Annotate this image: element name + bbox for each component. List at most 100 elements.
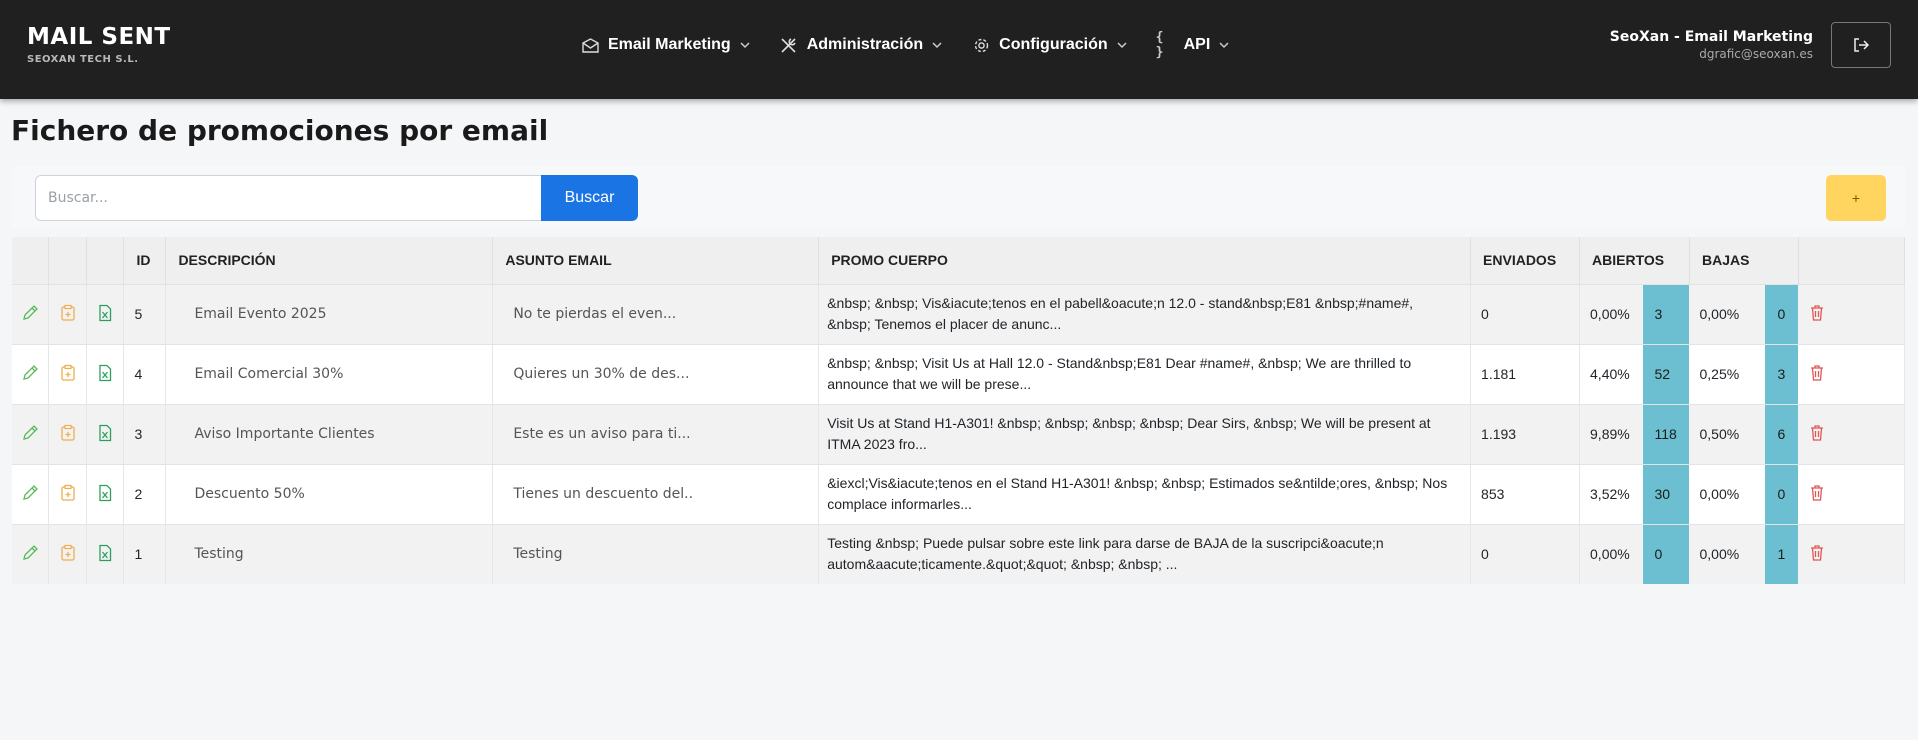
excel-file-icon[interactable] <box>96 424 114 442</box>
cell-asunto: No te pierdas el even... <box>492 283 820 344</box>
copy-cell[interactable] <box>48 283 88 344</box>
clipboard-icon[interactable] <box>59 304 77 322</box>
cell-enviados: 0 <box>1470 523 1581 584</box>
trash-icon[interactable] <box>1808 544 1826 562</box>
clipboard-icon[interactable] <box>59 544 77 562</box>
trash-icon[interactable] <box>1808 364 1826 382</box>
chevron-down-icon <box>1117 42 1127 49</box>
header-asunto: ASUNTO EMAIL <box>492 237 820 284</box>
nav-configuracion[interactable]: Configuración <box>971 30 1127 60</box>
main-nav: Email Marketing Administración Configura… <box>580 30 1258 60</box>
export-cell[interactable] <box>86 343 125 404</box>
header-cuerpo: PROMO CUERPO <box>818 237 1472 284</box>
nav-label: Configuración <box>999 36 1108 53</box>
nav-label: Email Marketing <box>608 36 731 53</box>
add-promo-button[interactable]: + <box>1826 175 1886 221</box>
cell-descripcion: Email Comercial 30% <box>165 343 494 404</box>
export-cell[interactable] <box>86 403 125 464</box>
cell-asunto: Testing <box>492 523 820 584</box>
cell-bajas-count: 0 <box>1765 283 1799 344</box>
copy-cell[interactable] <box>48 343 88 404</box>
export-cell[interactable] <box>86 523 125 584</box>
cell-abiertos-count: 0 <box>1642 523 1690 584</box>
excel-file-icon[interactable] <box>96 364 114 382</box>
header-actions <box>1798 237 1906 284</box>
delete-cell[interactable] <box>1798 343 1906 404</box>
cell-cuerpo: Visit Us at Stand H1-A301! &nbsp; &nbsp;… <box>818 403 1472 464</box>
excel-file-icon[interactable] <box>96 484 114 502</box>
logout-button[interactable] <box>1831 22 1891 68</box>
clipboard-icon[interactable] <box>59 364 77 382</box>
pencil-icon[interactable] <box>21 544 39 562</box>
cell-cuerpo: &iexcl;Vis&iacute;tenos en el Stand H1-A… <box>818 463 1472 524</box>
cell-abiertos-count: 52 <box>1642 343 1690 404</box>
trash-icon[interactable] <box>1808 304 1826 322</box>
cell-descripcion: Aviso Importante Clientes <box>165 403 494 464</box>
cell-enviados: 1.193 <box>1470 403 1581 464</box>
cell-asunto: Quieres un 30% de des... <box>492 343 820 404</box>
delete-cell[interactable] <box>1798 463 1906 524</box>
delete-cell[interactable] <box>1798 283 1906 344</box>
header-export <box>86 237 125 284</box>
brand-subtitle: SEOXAN TECH S.L. <box>27 54 139 65</box>
cell-enviados: 853 <box>1470 463 1581 524</box>
user-email: dgrafic@seoxan.es <box>1699 47 1813 61</box>
table-row: 1 Testing Testing Testing &nbsp; Puede p… <box>12 523 1906 584</box>
excel-file-icon[interactable] <box>96 304 114 322</box>
cell-id: 5 <box>123 283 167 344</box>
page-title: Fichero de promociones por email <box>11 114 549 147</box>
cell-id: 4 <box>123 343 167 404</box>
braces-icon: { } <box>1155 30 1164 60</box>
cell-id: 3 <box>123 403 167 464</box>
edit-cell[interactable] <box>12 343 50 404</box>
search-input[interactable] <box>35 175 543 221</box>
header-edit <box>12 237 50 284</box>
edit-cell[interactable] <box>12 523 50 584</box>
pencil-icon[interactable] <box>21 484 39 502</box>
cell-abiertos-pct: 9,89% <box>1579 403 1643 464</box>
copy-cell[interactable] <box>48 463 88 524</box>
chevron-down-icon <box>740 42 750 49</box>
nav-administracion[interactable]: Administración <box>779 30 943 60</box>
pencil-icon[interactable] <box>21 424 39 442</box>
delete-cell[interactable] <box>1798 403 1906 464</box>
nav-api[interactable]: { } API <box>1156 30 1231 60</box>
pencil-icon[interactable] <box>21 364 39 382</box>
cell-abiertos-pct: 0,00% <box>1579 283 1643 344</box>
copy-cell[interactable] <box>48 523 88 584</box>
edit-cell[interactable] <box>12 403 50 464</box>
cell-descripcion: Testing <box>165 523 494 584</box>
excel-file-icon[interactable] <box>96 544 114 562</box>
brand[interactable]: MAIL SENT SEOXAN TECH S.L. <box>27 24 171 65</box>
table-row: 5 Email Evento 2025 No te pierdas el eve… <box>12 283 1906 344</box>
envelope-icon <box>580 35 600 55</box>
pencil-icon[interactable] <box>21 304 39 322</box>
gear-icon <box>971 35 991 55</box>
search-button[interactable]: Buscar <box>541 175 638 221</box>
cell-abiertos-count: 30 <box>1642 463 1690 524</box>
cell-cuerpo: Testing &nbsp; Puede pulsar sobre este l… <box>818 523 1472 584</box>
cell-asunto: Tienes un descuento del.. <box>492 463 820 524</box>
nav-email-marketing[interactable]: Email Marketing <box>580 30 751 60</box>
table-header-row: ID DESCRIPCIÓN ASUNTO EMAIL PROMO CUERPO… <box>12 237 1906 284</box>
cell-abiertos-count: 3 <box>1642 283 1690 344</box>
table-row: 2 Descuento 50% Tienes un descuento del.… <box>12 463 1906 524</box>
cell-cuerpo: &nbsp; &nbsp; Vis&iacute;tenos en el pab… <box>818 283 1472 344</box>
clipboard-icon[interactable] <box>59 484 77 502</box>
export-cell[interactable] <box>86 463 125 524</box>
chevron-down-icon <box>932 42 942 49</box>
trash-icon[interactable] <box>1808 484 1826 502</box>
edit-cell[interactable] <box>12 283 50 344</box>
cell-bajas-count: 3 <box>1765 343 1799 404</box>
search-bar: Buscar + <box>12 166 1905 228</box>
delete-cell[interactable] <box>1798 523 1906 584</box>
cell-bajas-count: 0 <box>1765 463 1799 524</box>
trash-icon[interactable] <box>1808 424 1826 442</box>
cell-bajas-count: 1 <box>1765 523 1799 584</box>
clipboard-icon[interactable] <box>59 424 77 442</box>
cell-bajas-pct: 0,00% <box>1689 283 1766 344</box>
export-cell[interactable] <box>86 283 125 344</box>
edit-cell[interactable] <box>12 463 50 524</box>
cell-abiertos-count: 118 <box>1642 403 1690 464</box>
copy-cell[interactable] <box>48 403 88 464</box>
